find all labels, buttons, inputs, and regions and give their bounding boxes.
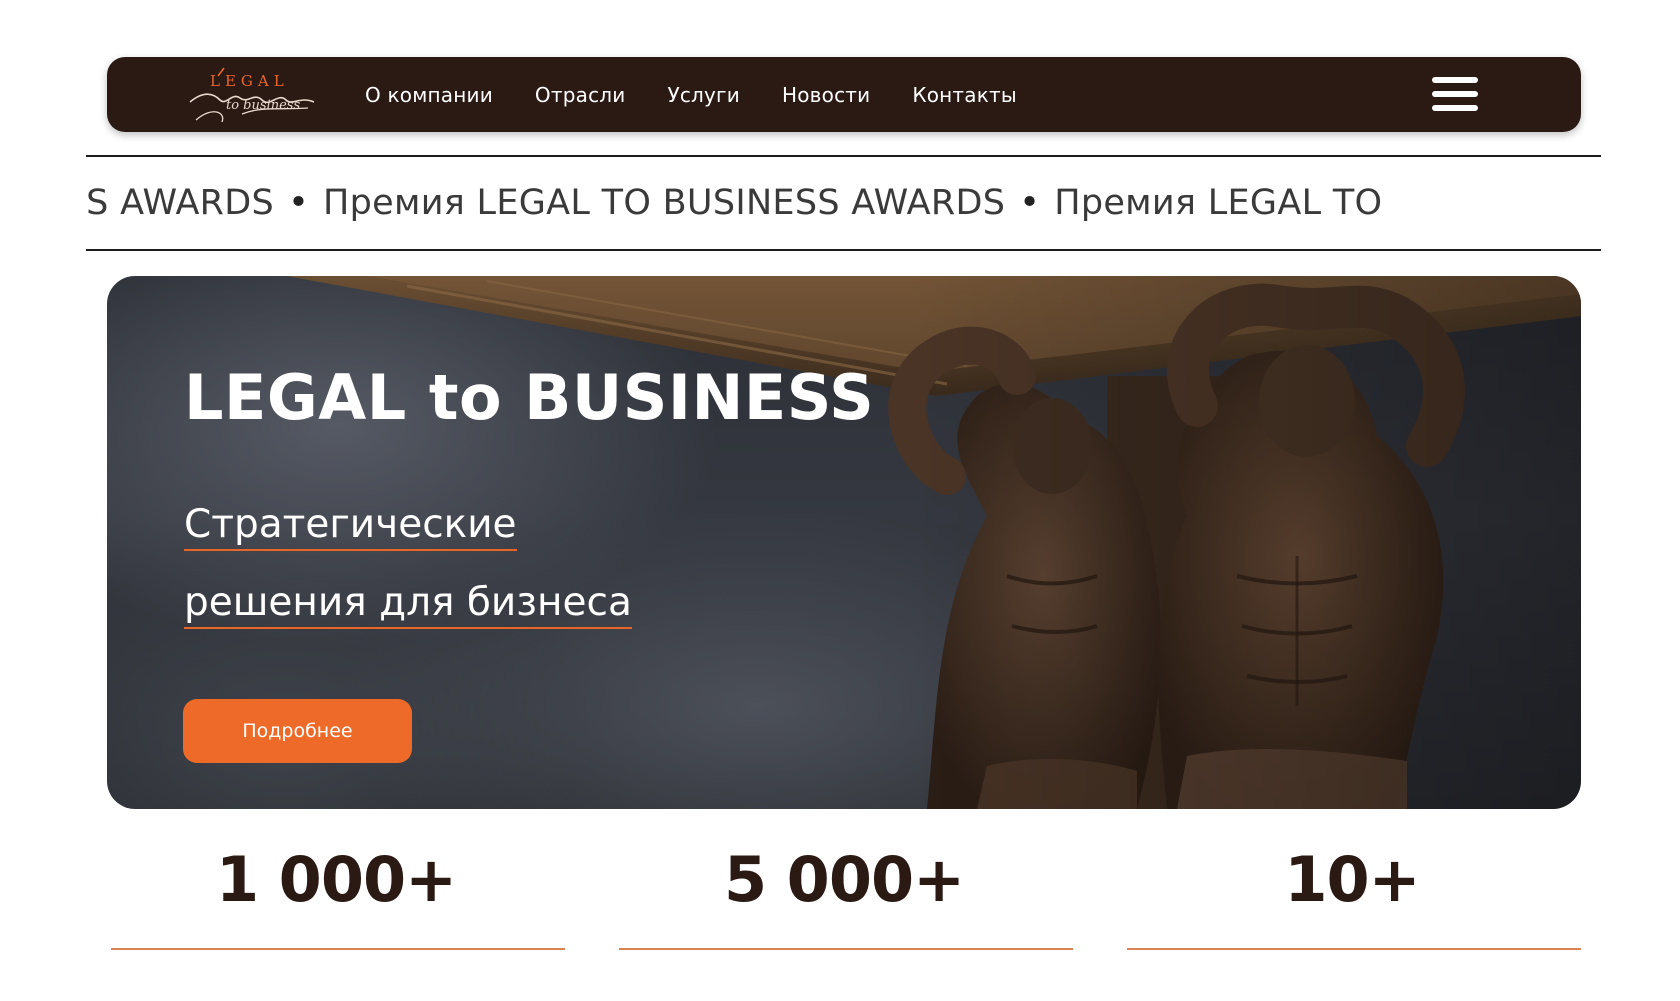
hero-subtitle-line: Стратегические	[184, 501, 517, 551]
site-header: LEGAL to business О компании Отрасли Усл…	[107, 57, 1581, 132]
stat-item: 10+	[1123, 835, 1581, 951]
logo-mark: LEGAL to business	[189, 67, 315, 123]
logo-script: to business	[226, 98, 300, 113]
ticker-separator: •	[1019, 183, 1041, 223]
ticker-item: JSINESS AWARDS	[86, 183, 275, 223]
nav-item-contacts[interactable]: Контакты	[912, 83, 1017, 107]
hero-subtitle: Стратегические решения для бизнеса	[184, 491, 632, 647]
hero-banner: LEGAL to BUSINESS Стратегические решения…	[107, 276, 1581, 809]
stat-divider	[111, 948, 565, 950]
hamburger-menu-icon[interactable]	[1432, 77, 1478, 111]
hero-title: LEGAL to BUSINESS	[184, 361, 875, 434]
stat-value: 1 000+	[215, 843, 457, 916]
more-details-button[interactable]: Подробнее	[183, 699, 412, 763]
ticker-item: Премия LEGAL TO	[1054, 183, 1383, 223]
awards-ticker: JSINESS AWARDS • Премия LEGAL TO BUSINESS …	[86, 155, 1601, 251]
stats-row: 1 000+ 5 000+ 10+	[107, 835, 1581, 955]
nav-item-industries[interactable]: Отрасли	[535, 83, 626, 107]
ticker-track: JSINESS AWARDS • Премия LEGAL TO BUSINESS …	[86, 183, 1382, 223]
stat-item: 5 000+	[615, 835, 1073, 951]
nav-item-news[interactable]: Новости	[782, 83, 870, 107]
stat-value: 5 000+	[723, 843, 965, 916]
stat-item: 1 000+	[107, 835, 565, 951]
page: LEGAL to business О компании Отрасли Усл…	[0, 0, 1680, 1001]
stat-value: 10+	[1284, 843, 1420, 916]
ticker-separator: •	[288, 183, 310, 223]
main-nav: О компании Отрасли Услуги Новости Контак…	[365, 57, 1059, 132]
nav-item-services[interactable]: Услуги	[667, 83, 740, 107]
logo-word: LEGAL	[210, 72, 289, 90]
stat-divider	[1127, 948, 1581, 950]
hero-subtitle-line: решения для бизнеса	[184, 579, 632, 629]
stat-divider	[619, 948, 1073, 950]
logo[interactable]: LEGAL to business	[182, 62, 322, 128]
nav-item-about[interactable]: О компании	[365, 83, 493, 107]
ticker-item: Премия LEGAL TO BUSINESS AWARDS	[323, 183, 1006, 223]
